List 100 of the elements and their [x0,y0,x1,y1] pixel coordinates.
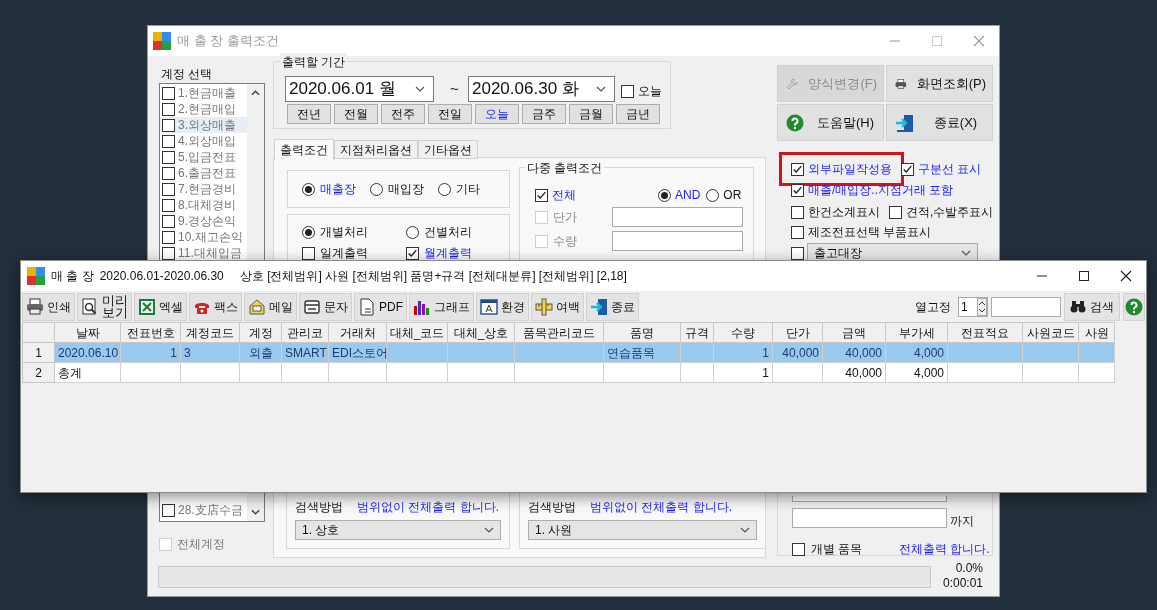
list-item[interactable]: 9.경상손익 [160,213,248,229]
list-item[interactable]: 3.외상매출 [160,117,248,133]
spin-box[interactable]: 1 [958,296,988,317]
list-item[interactable]: 11.대체입금 [160,245,248,261]
input-field[interactable] [991,296,1061,317]
checkbox[interactable] [621,84,634,98]
list-item[interactable]: 4.외상매입 [160,133,248,149]
column-header[interactable]: 대체_코드 [386,322,448,343]
column-header[interactable]: 계정코드 [180,322,240,343]
radio-button[interactable] [302,182,315,196]
period-button[interactable]: 전일 [428,104,472,124]
input-field[interactable] [612,231,743,251]
period-button[interactable]: 금월 [569,104,613,124]
date-picker[interactable]: 2020.06.01 월 [285,76,434,102]
period-button[interactable]: 전주 [381,104,425,124]
checkbox[interactable] [791,225,804,239]
column-header[interactable]: 계정 [239,322,282,343]
list-item[interactable]: 28.支店수금 [160,502,248,518]
toolbar-button[interactable]: 미리 보기 [77,292,132,321]
maximize-button[interactable] [1078,270,1090,282]
column-header[interactable]: 전표번호 [120,322,181,343]
radio-button[interactable] [302,225,315,239]
toolbar-button[interactable]: PDF [354,292,407,321]
period-button[interactable]: 전월 [334,104,378,124]
action-button[interactable]: 화면조회(P) [886,65,993,102]
checkbox[interactable] [302,246,315,260]
checkbox[interactable] [792,542,805,556]
checkbox[interactable] [162,102,175,116]
period-button[interactable]: 오늘 [475,104,519,124]
list-item[interactable]: 8.대체경비 [160,197,248,213]
checkbox[interactable] [162,230,175,244]
list-item[interactable]: 2.현금매입 [160,101,248,117]
list-item[interactable]: 1.현금매출 [160,85,248,101]
radio-button[interactable] [438,182,451,196]
column-header[interactable]: 부가세 [885,322,948,343]
tab[interactable]: 지점처리옵션 [334,140,418,159]
checkbox[interactable] [535,188,548,202]
table-row[interactable]: 1 2020.06.10 1 3 외출 SMART EDI스토어 연습품목 1 40,000 40,000 4,000 [22,342,1115,363]
checkbox[interactable] [162,503,175,517]
checkbox[interactable] [162,166,175,180]
column-header[interactable]: 품목관리코드 [514,322,604,343]
toolbar-button[interactable]: 문자 [299,292,352,321]
toolbar-button[interactable]: 엑셀 [134,292,187,321]
checkbox[interactable] [162,246,175,260]
search-button[interactable]: 검색 [1064,292,1120,321]
action-button[interactable]: 도움말(H) [777,104,884,141]
checkbox[interactable] [791,162,804,176]
column-header[interactable]: 관리코 [281,322,329,343]
column-header[interactable]: 금액 [822,322,886,343]
dropdown[interactable]: 1. 사원 [528,520,757,540]
checkbox[interactable] [791,246,804,260]
column-header[interactable]: 규격 [680,322,714,343]
radio-button[interactable] [658,188,671,202]
toolbar-button[interactable]: 메일 [244,292,297,321]
column-header[interactable]: 날짜 [54,322,121,343]
radio-button[interactable] [370,182,383,196]
column-header[interactable]: 거래처 [328,322,387,343]
table-row[interactable]: 2 총계 1 40,000 4,000 [22,362,1115,383]
column-header[interactable]: 수량 [713,322,773,343]
date-picker[interactable]: 2020.06.30 화 [468,76,615,102]
input-field[interactable] [792,496,947,502]
checkbox[interactable] [162,198,175,212]
checkbox[interactable] [162,86,175,100]
toolbar-button[interactable]: 환경 [476,292,529,321]
toolbar-button[interactable]: 인쇄 [22,292,75,321]
list-item[interactable]: 7.현금경비 [160,181,248,197]
period-button[interactable]: 전년 [287,104,331,124]
checkbox[interactable] [889,205,902,219]
column-header[interactable]: 대체_상호 [447,322,515,343]
dropdown[interactable]: 출고대장 [807,243,978,263]
list-item[interactable]: 6.출금전표 [160,165,248,181]
checkbox[interactable] [791,205,804,219]
checkbox[interactable] [162,150,175,164]
checkbox[interactable] [162,214,175,228]
checkbox[interactable] [901,162,914,176]
toolbar-button[interactable]: 종료 [586,292,639,321]
list-item[interactable]: 5.입금전표 [160,149,248,165]
action-button[interactable]: 종료(X) [886,104,993,141]
checkbox[interactable] [162,118,175,132]
checkbox[interactable] [405,246,419,260]
period-button[interactable]: 금주 [522,104,566,124]
column-header[interactable]: 전표적요 [947,322,1023,343]
checkbox[interactable] [162,182,175,196]
radio-button[interactable] [706,188,720,202]
toolbar-button[interactable]: 팩스 [189,292,242,321]
period-button[interactable]: 금년 [616,104,660,124]
help-button[interactable] [1123,292,1145,321]
close-button[interactable] [1120,270,1132,282]
dropdown[interactable]: 1. 상호 [295,520,501,540]
input-field[interactable] [612,207,743,227]
column-header[interactable]: 사원코드 [1022,322,1079,343]
column-header[interactable]: 단가 [772,322,823,343]
toolbar-button[interactable]: 그래프 [409,292,474,321]
toolbar-button[interactable]: 여백 [531,292,584,321]
input-field[interactable] [792,508,947,528]
tab[interactable]: 출력조건 [274,139,334,160]
checkbox[interactable] [162,134,175,148]
column-header[interactable]: 사원 [1078,322,1115,343]
column-header[interactable]: 품명 [603,322,681,343]
radio-button[interactable] [405,225,419,239]
